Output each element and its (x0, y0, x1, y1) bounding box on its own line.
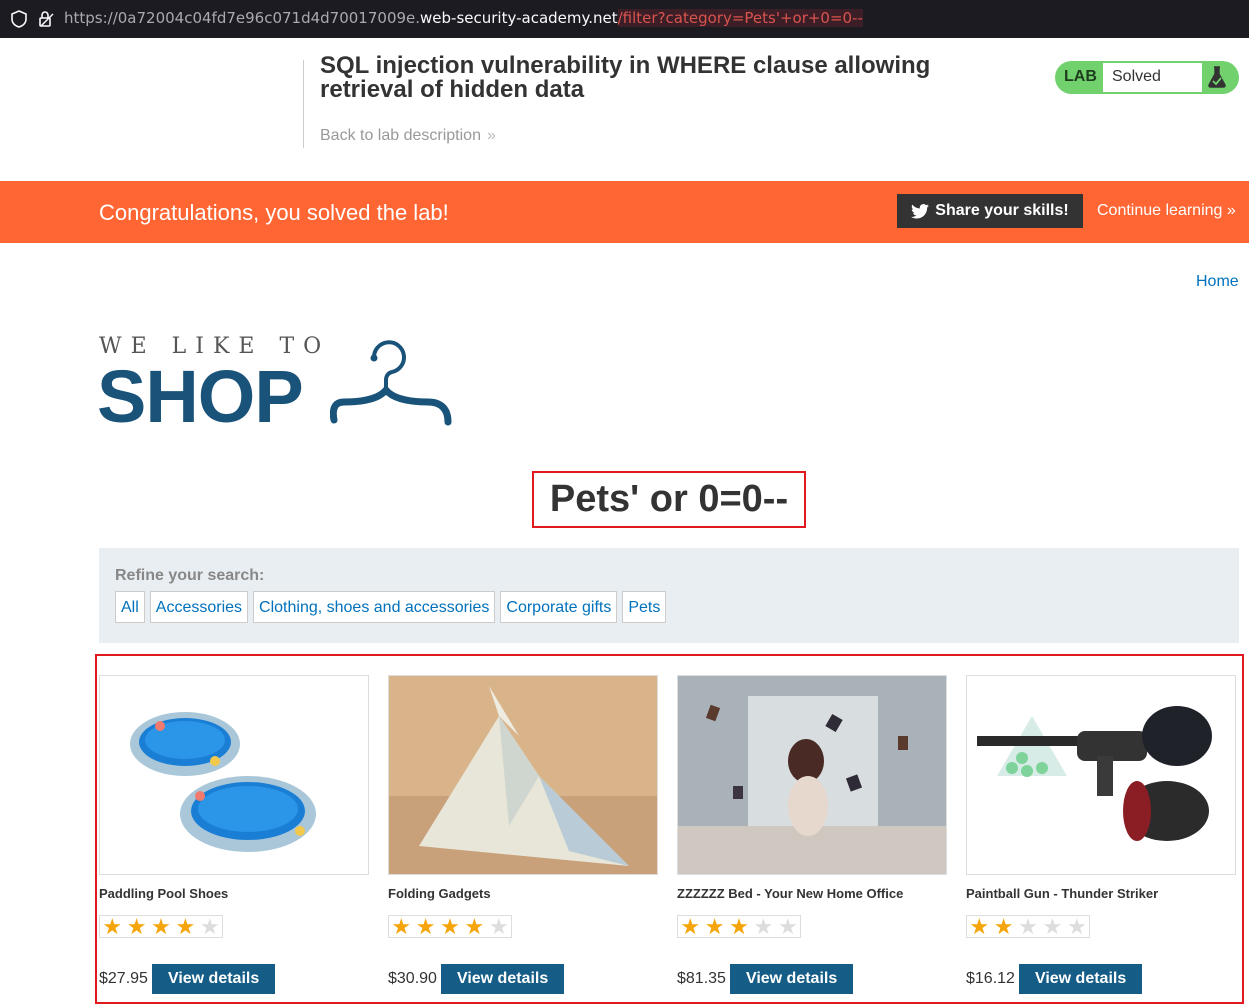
twitter-icon (911, 203, 930, 219)
star-empty-icon: ★ (199, 914, 220, 939)
product-name: Folding Gadgets (388, 886, 491, 901)
filter-link-corporate-gifts[interactable]: Corporate gifts (500, 591, 618, 623)
star-filled-icon: ★ (126, 914, 147, 939)
product-card: Paintball Gun - Thunder Striker ★ ★ ★ ★ ★ $1… (966, 675, 1236, 994)
hanger-icon (330, 340, 452, 426)
solved-message: Congratulations, you solved the lab! (99, 200, 449, 225)
lab-status-text: Solved (1112, 68, 1161, 85)
star-filled-icon: ★ (969, 914, 990, 939)
url-host: web-security-academy.net (420, 9, 618, 27)
back-link-label: Back to lab description (320, 127, 481, 144)
star-filled-icon: ★ (175, 914, 196, 939)
lock-icon[interactable] (37, 10, 55, 28)
product-image[interactable] (99, 675, 369, 875)
star-filled-icon: ★ (102, 914, 123, 939)
continue-learning-link[interactable]: Continue learning » (1097, 202, 1236, 220)
filter-link-all[interactable]: All (115, 591, 145, 623)
star-empty-icon: ★ (1042, 914, 1063, 939)
shield-icon[interactable] (11, 10, 27, 28)
product-card: ZZZZZZ Bed - Your New Home Office ★ ★ ★ ★ ★ … (677, 675, 947, 994)
star-empty-icon: ★ (1018, 914, 1038, 939)
view-details-button[interactable]: View details (151, 964, 276, 994)
product-price: $81.35 (677, 970, 726, 987)
view-details-button[interactable]: View details (1018, 964, 1143, 994)
product-price: $27.95 (99, 970, 148, 987)
lab-status-tag: LAB (1064, 68, 1097, 85)
star-empty-icon: ★ (777, 914, 798, 939)
header-divider (303, 60, 304, 148)
product-name: ZZZZZZ Bed - Your New Home Office (677, 886, 904, 901)
product-price: $30.90 (388, 970, 437, 987)
url-path: /filter?category=Pets'+or+0=0-- (617, 9, 863, 27)
filter-links: All Accessories Clothing, shoes and acce… (115, 591, 667, 623)
star-empty-icon: ★ (1066, 914, 1087, 939)
view-details-button[interactable]: View details (729, 964, 854, 994)
filter-link-clothing[interactable]: Clothing, shoes and accessories (253, 591, 496, 623)
product-card: Folding Gadgets ★ ★ ★ ★ ★ $30.90 View detail… (388, 675, 658, 994)
star-filled-icon: ★ (704, 914, 725, 939)
logo-wordmark: SHOP (97, 355, 304, 438)
star-rating: ★ ★ ★ ★ ★ (677, 915, 801, 938)
star-rating: ★ ★ ★ ★ ★ (966, 915, 1090, 938)
star-empty-icon: ★ (753, 914, 774, 939)
share-skills-button[interactable]: Share your skills! (897, 194, 1083, 228)
star-rating: ★ ★ ★ ★ ★ (388, 915, 512, 938)
flask-icon (1208, 66, 1226, 88)
filter-link-pets[interactable]: Pets (622, 591, 667, 623)
product-image[interactable] (388, 675, 658, 875)
star-filled-icon: ★ (415, 914, 436, 939)
star-filled-icon: ★ (680, 914, 701, 939)
filter-label: Refine your search: (115, 567, 265, 584)
continue-learning-label: Continue learning (1097, 202, 1223, 219)
view-details-button[interactable]: View details (440, 964, 565, 994)
product-image[interactable] (677, 675, 947, 875)
star-filled-icon: ★ (464, 914, 485, 939)
star-rating: ★ ★ ★ ★ ★ (99, 915, 223, 938)
product-name: Paintball Gun - Thunder Striker (966, 886, 1159, 901)
star-filled-icon: ★ (391, 914, 412, 939)
product-price: $16.12 (966, 970, 1015, 987)
back-to-lab-description-link[interactable]: Back to lab description » (320, 127, 496, 145)
filter-link-accessories[interactable]: Accessories (149, 591, 249, 623)
category-heading: Pets' or 0=0-- (532, 471, 806, 528)
star-filled-icon: ★ (993, 914, 1014, 939)
star-filled-icon: ★ (729, 914, 749, 939)
star-filled-icon: ★ (440, 914, 460, 939)
url-prefix: https://0a72004c04fd7e96c071d4d70017009e… (64, 9, 421, 27)
share-skills-label: Share your skills! (935, 202, 1069, 219)
double-chevron-right-icon: » (1226, 202, 1236, 219)
url-text[interactable]: https://0a72004c04fd7e96c071d4d70017009e… (64, 9, 863, 27)
double-chevron-right-icon: » (486, 127, 496, 144)
star-empty-icon: ★ (488, 914, 509, 939)
product-card: Paddling Pool Shoes ★ ★ ★ ★ ★ $27.95 View de… (99, 675, 369, 994)
product-image[interactable] (966, 675, 1236, 875)
browser-url-bar[interactable]: https://0a72004c04fd7e96c071d4d70017009e… (0, 0, 1249, 38)
lab-title: SQL injection vulnerability in WHERE cla… (320, 52, 931, 103)
star-filled-icon: ★ (151, 914, 171, 939)
product-name: Paddling Pool Shoes (99, 886, 229, 901)
home-link[interactable]: Home (1196, 273, 1239, 291)
